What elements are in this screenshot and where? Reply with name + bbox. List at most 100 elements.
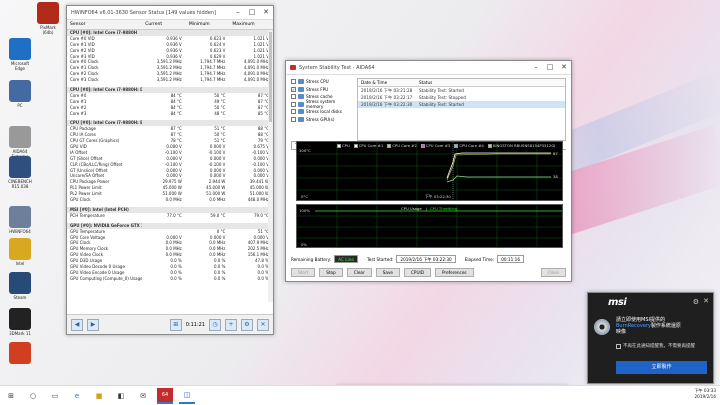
- desktop-icon[interactable]: CINEBENCH R15.038: [0, 156, 40, 189]
- legend-item[interactable]: CPU Core #1: [353, 143, 383, 148]
- sensor-row[interactable]: Core #3 Clock 3,591.2 MHz 1,794.7 MHz 4,091…: [67, 77, 273, 83]
- app-icon: [9, 38, 31, 60]
- log-row[interactable]: 2019/2/16 下午 03:22:30 Stability Test: Sta…: [358, 101, 565, 108]
- sensor-sensor: GPU Clock: [70, 197, 91, 203]
- desktop-icon[interactable]: HWiNFO64: [0, 206, 40, 234]
- g2-title-b: CPU Throttling: [430, 206, 458, 211]
- legend-checkbox[interactable]: [387, 143, 392, 148]
- stress-option[interactable]: Stress GPU(s): [291, 116, 353, 124]
- col-sensor[interactable]: Sensor: [67, 22, 142, 27]
- stability-test-window[interactable]: System Stability Test - AIDA64 – □ ✕ Str…: [285, 60, 572, 282]
- desktop-icon[interactable]: AIDA64 Extreme: [0, 126, 40, 159]
- stress-option[interactable]: Stress CPU: [291, 78, 353, 86]
- log-row[interactable]: 2019/2/16 下午 03:21:28 Stability Test: Sta…: [358, 87, 565, 94]
- legend-item[interactable]: CPU Core #4: [454, 143, 484, 148]
- stress-option[interactable]: ✓ Stress FPU: [291, 86, 353, 94]
- desktop-icon[interactable]: Microsoft Edge: [0, 38, 40, 71]
- legend-item[interactable]: CPU Core #2: [387, 143, 417, 148]
- search-icon[interactable]: ○: [25, 388, 41, 404]
- col-minimum[interactable]: Minimum: [186, 22, 230, 27]
- col-date-time[interactable]: Date & Time: [358, 80, 416, 85]
- legend-checkbox[interactable]: [487, 143, 492, 148]
- legend-checkbox[interactable]: [337, 143, 341, 148]
- minimize-button[interactable]: –: [231, 6, 245, 19]
- close-icon[interactable]: ✕: [257, 318, 269, 331]
- legend-checkbox[interactable]: [454, 143, 459, 148]
- settings-icon[interactable]: ⚙: [693, 298, 699, 306]
- task-view-icon[interactable]: ▭: [47, 388, 63, 404]
- desktop-icon[interactable]: 3DMark 11: [0, 308, 40, 336]
- sensor-row[interactable]: GPU Computing (Compute_0) Usage 0.0 % 0.0 …: [67, 276, 273, 282]
- stress-checkbox[interactable]: [291, 116, 296, 122]
- close-icon[interactable]: ✕: [703, 297, 709, 305]
- stability-titlebar[interactable]: System Stability Test - AIDA64 – □ ✕: [286, 61, 571, 75]
- hwinfo-sensor-list[interactable]: CPU [#0]: Intel Core i7-9880H Core #0 VID…: [67, 30, 273, 302]
- stress-option[interactable]: Stress system memory: [291, 99, 353, 109]
- stress-checkbox[interactable]: [291, 101, 296, 107]
- maximize-button[interactable]: □: [543, 61, 557, 74]
- scrollbar-thumb[interactable]: [269, 32, 272, 122]
- desktop-icon-label: Steam: [13, 295, 27, 300]
- hwinfo-window[interactable]: HWiNFO64 v6.01-3630 Sensor Status [149 v…: [66, 5, 274, 335]
- legend-item[interactable]: CPU: [337, 143, 350, 148]
- sensor-row[interactable]: PCH Temperature 77.0 °C 59.0 °C 79.0 °C: [67, 213, 273, 219]
- edge-icon[interactable]: e: [69, 388, 85, 404]
- hwinfo-titlebar[interactable]: HWiNFO64 v6.01-3630 Sensor Status [149 v…: [67, 6, 273, 20]
- sensor-row[interactable]: Core #3 84 °C 48 °C 85 °C: [67, 111, 273, 117]
- app-icon: [9, 308, 31, 330]
- desktop-icon[interactable]: Steam: [0, 272, 40, 300]
- clock-icon[interactable]: ◷: [209, 318, 221, 331]
- mail-icon[interactable]: ✉: [135, 388, 151, 404]
- stress-checkbox[interactable]: [291, 109, 296, 115]
- stress-checkbox[interactable]: ✓: [291, 86, 296, 92]
- add-icon[interactable]: +: [225, 318, 237, 331]
- hardware-icon: [298, 94, 304, 100]
- minimize-button[interactable]: –: [529, 61, 543, 74]
- maximize-button[interactable]: □: [245, 6, 259, 19]
- desktop-icon[interactable]: PC: [0, 80, 40, 108]
- close-button[interactable]: ✕: [259, 6, 273, 19]
- nav-right-icon[interactable]: ▶: [87, 318, 99, 331]
- store-icon[interactable]: ◧: [113, 388, 129, 404]
- legend-checkbox[interactable]: [420, 143, 425, 148]
- desktop-icon[interactable]: Intel: [0, 238, 40, 266]
- clear-button[interactable]: Clear: [346, 268, 372, 277]
- status-log-table[interactable]: Date & Time Status 2019/2/16 下午 03:21:28…: [357, 78, 566, 141]
- msi-notification[interactable]: msi ⚙ ✕ 請立即使用MSI提供的 BurnRecovery製作系統還原 映…: [587, 292, 714, 384]
- log-row[interactable]: 2019/2/16 下午 03:22:17 Stability Test: Sto…: [358, 94, 565, 101]
- stress-checkbox[interactable]: [291, 79, 296, 85]
- close-button[interactable]: ✕: [557, 61, 571, 74]
- legend-item[interactable]: CPU Core #3: [420, 143, 450, 148]
- cpuid-button[interactable]: CPUID: [404, 268, 431, 277]
- desktop-icon[interactable]: PixMark (64b): [28, 2, 68, 35]
- system-tray-clock[interactable]: 下午 03:33 2019/2/16: [694, 388, 716, 400]
- legend-checkbox[interactable]: [353, 143, 358, 148]
- col-current[interactable]: Current: [142, 22, 186, 27]
- save-button[interactable]: Save: [375, 268, 400, 277]
- desktop-icon[interactable]: [0, 342, 40, 365]
- aida-icon: [290, 65, 296, 70]
- start-button[interactable]: Start: [291, 268, 316, 277]
- sensor-sensor: PCH Temperature: [70, 212, 105, 218]
- log-status: Stability Test: Started: [419, 102, 464, 107]
- stress-checkbox[interactable]: [291, 94, 296, 100]
- sensor-row[interactable]: GPU Clock 0.0 MHz 0.0 MHz 448.0 MHz: [67, 197, 273, 203]
- stop-button[interactable]: Stop: [319, 268, 343, 277]
- file-explorer-icon[interactable]: ■: [91, 388, 107, 404]
- aida64-taskbar-icon[interactable]: 64: [157, 387, 173, 404]
- create-now-button[interactable]: 立即製作: [616, 361, 707, 374]
- start-icon[interactable]: ⊞: [3, 388, 19, 404]
- col-status[interactable]: Status: [416, 80, 565, 85]
- preferences-button[interactable]: Preferences: [434, 268, 474, 277]
- nav-left-icon[interactable]: ◀: [71, 318, 83, 331]
- dont-remind-option[interactable]: 不再在此通知提醒我，不需要再提醒: [616, 343, 695, 349]
- scrollbar[interactable]: [268, 30, 273, 302]
- close-button[interactable]: Close: [540, 268, 566, 277]
- g1-bottom-label: 0°C: [301, 194, 308, 199]
- settings-icon[interactable]: ⚙: [241, 318, 253, 331]
- col-maximum[interactable]: Maximum: [229, 22, 273, 27]
- legend-item[interactable]: KINGSTON RBUSNS8154P3512GJ: [487, 143, 555, 148]
- dont-remind-checkbox[interactable]: [616, 343, 621, 349]
- network-icon[interactable]: ⊞: [169, 318, 182, 331]
- hwinfo-taskbar-icon[interactable]: ◫: [179, 388, 195, 404]
